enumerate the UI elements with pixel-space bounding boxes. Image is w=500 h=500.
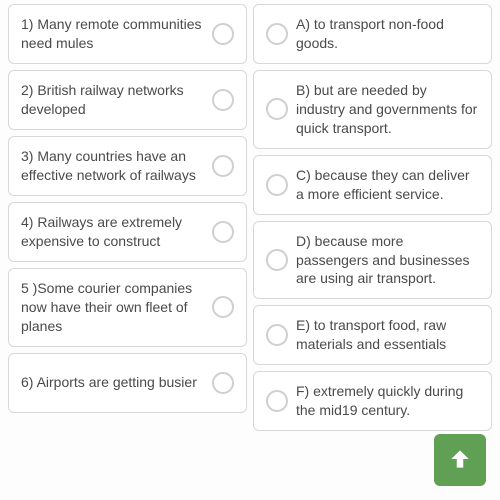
right-item-E: E) to transport food, raw materials and … (253, 305, 492, 365)
matching-exercise: 1) Many remote communities need mules 2)… (0, 0, 500, 435)
left-item-2: 2) British railway networks developed (8, 70, 247, 130)
left-text: 1) Many remote communities need mules (21, 15, 204, 53)
radio-right-A[interactable] (266, 23, 288, 45)
right-text: F) extremely quickly during the mid19 ce… (296, 382, 479, 420)
radio-left-3[interactable] (212, 155, 234, 177)
radio-right-C[interactable] (266, 174, 288, 196)
left-text: 2) British railway networks developed (21, 81, 204, 119)
right-item-A: A) to transport non-food goods. (253, 4, 492, 64)
right-text: C) because they can deliver a more effic… (296, 166, 479, 204)
radio-right-E[interactable] (266, 324, 288, 346)
radio-right-F[interactable] (266, 390, 288, 412)
radio-left-6[interactable] (212, 372, 234, 394)
right-item-F: F) extremely quickly during the mid19 ce… (253, 371, 492, 431)
right-text: A) to transport non-food goods. (296, 15, 479, 53)
left-column: 1) Many remote communities need mules 2)… (8, 4, 247, 431)
radio-right-B[interactable] (266, 98, 288, 120)
left-item-6: 6) Airports are getting busier (8, 353, 247, 413)
left-item-4: 4) Railways are extremely expensive to c… (8, 202, 247, 262)
right-column: A) to transport non-food goods. B) but a… (253, 4, 492, 431)
radio-left-2[interactable] (212, 89, 234, 111)
left-item-1: 1) Many remote communities need mules (8, 4, 247, 64)
radio-right-D[interactable] (266, 249, 288, 271)
left-item-3: 3) Many countries have an effective netw… (8, 136, 247, 196)
radio-left-4[interactable] (212, 221, 234, 243)
arrow-up-icon (447, 446, 473, 475)
radio-left-5[interactable] (212, 296, 234, 318)
left-text: 5 )Some courier companies now have their… (21, 279, 204, 336)
left-text: 4) Railways are extremely expensive to c… (21, 213, 204, 251)
right-item-C: C) because they can deliver a more effic… (253, 155, 492, 215)
right-item-D: D) because more passengers and businesse… (253, 221, 492, 300)
right-text: E) to transport food, raw materials and … (296, 316, 479, 354)
right-text: D) because more passengers and businesse… (296, 232, 479, 289)
left-item-5: 5 )Some courier companies now have their… (8, 268, 247, 347)
scroll-to-top-button[interactable] (434, 434, 486, 486)
right-item-B: B) but are needed by industry and govern… (253, 70, 492, 149)
left-text: 3) Many countries have an effective netw… (21, 147, 204, 185)
left-text: 6) Airports are getting busier (21, 373, 204, 392)
radio-left-1[interactable] (212, 23, 234, 45)
right-text: B) but are needed by industry and govern… (296, 81, 479, 138)
